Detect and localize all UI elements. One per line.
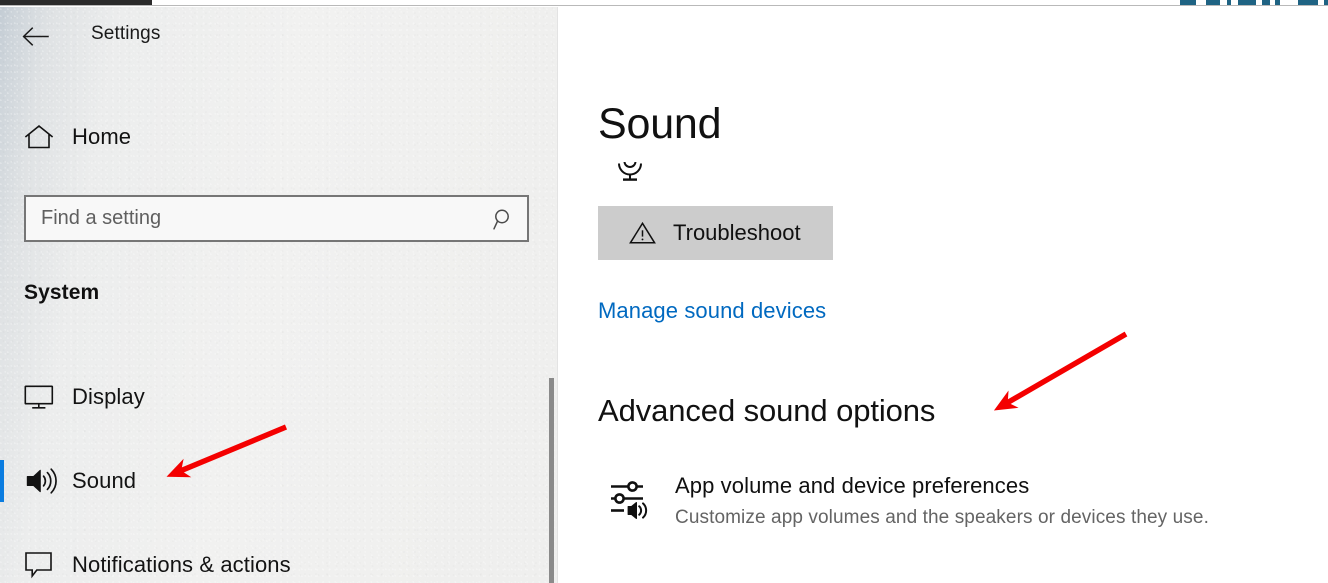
- settings-window: Settings Home System: [0, 0, 1328, 583]
- sidebar-item-notifications-label: Notifications & actions: [72, 552, 291, 577]
- back-arrow-icon: [22, 26, 49, 46]
- sidebar-item-display[interactable]: Display: [0, 368, 540, 426]
- search-input[interactable]: [26, 207, 481, 230]
- sidebar-item-sound-label: Sound: [72, 468, 137, 493]
- sidebar-item-home-label: Home: [72, 124, 132, 149]
- search-icon[interactable]: [481, 197, 527, 240]
- app-volume-and-device-preferences-row[interactable]: App volume and device preferences Custom…: [609, 472, 1209, 531]
- manage-sound-devices-link[interactable]: Manage sound devices: [598, 298, 826, 324]
- selection-indicator: [0, 460, 4, 502]
- back-button[interactable]: [14, 17, 56, 55]
- microphone-icon: [612, 162, 648, 194]
- sidebar-item-display-label: Display: [72, 384, 145, 409]
- chat-bubble-icon: [0, 550, 72, 580]
- sidebar-item-sound[interactable]: Sound: [0, 452, 540, 510]
- warning-triangle-icon: [629, 221, 656, 245]
- settings-navigation-pane: Settings Home System: [0, 7, 558, 583]
- nav-scrollbar-thumb[interactable]: [549, 378, 554, 583]
- page-title: Sound: [598, 100, 722, 148]
- window-title: Settings: [91, 23, 161, 44]
- advanced-sound-options-heading: Advanced sound options: [598, 393, 936, 428]
- troubleshoot-button-label: Troubleshoot: [673, 220, 801, 245]
- option-subtitle: Customize app volumes and the speakers o…: [675, 506, 1209, 528]
- nav-scrollbar[interactable]: [548, 7, 556, 583]
- sidebar-item-home[interactable]: Home: [0, 111, 540, 163]
- sidebar-item-notifications[interactable]: Notifications & actions: [0, 536, 540, 583]
- selection-indicator: [0, 544, 4, 583]
- search-box[interactable]: [24, 195, 529, 242]
- volume-mixer-icon: [609, 479, 651, 523]
- top-strip-divider: [0, 5, 1328, 6]
- main-content: Sound Troubleshoot Manage sound devices …: [559, 7, 1328, 583]
- option-title: App volume and device preferences: [675, 473, 1030, 498]
- speaker-icon: [0, 467, 72, 495]
- screenshot-top-crop-strip: [0, 0, 1328, 7]
- troubleshoot-button[interactable]: Troubleshoot: [598, 206, 833, 260]
- selection-indicator: [0, 376, 4, 418]
- sidebar-group-header: System: [24, 281, 100, 304]
- home-icon: [0, 124, 72, 150]
- monitor-icon: [0, 384, 72, 411]
